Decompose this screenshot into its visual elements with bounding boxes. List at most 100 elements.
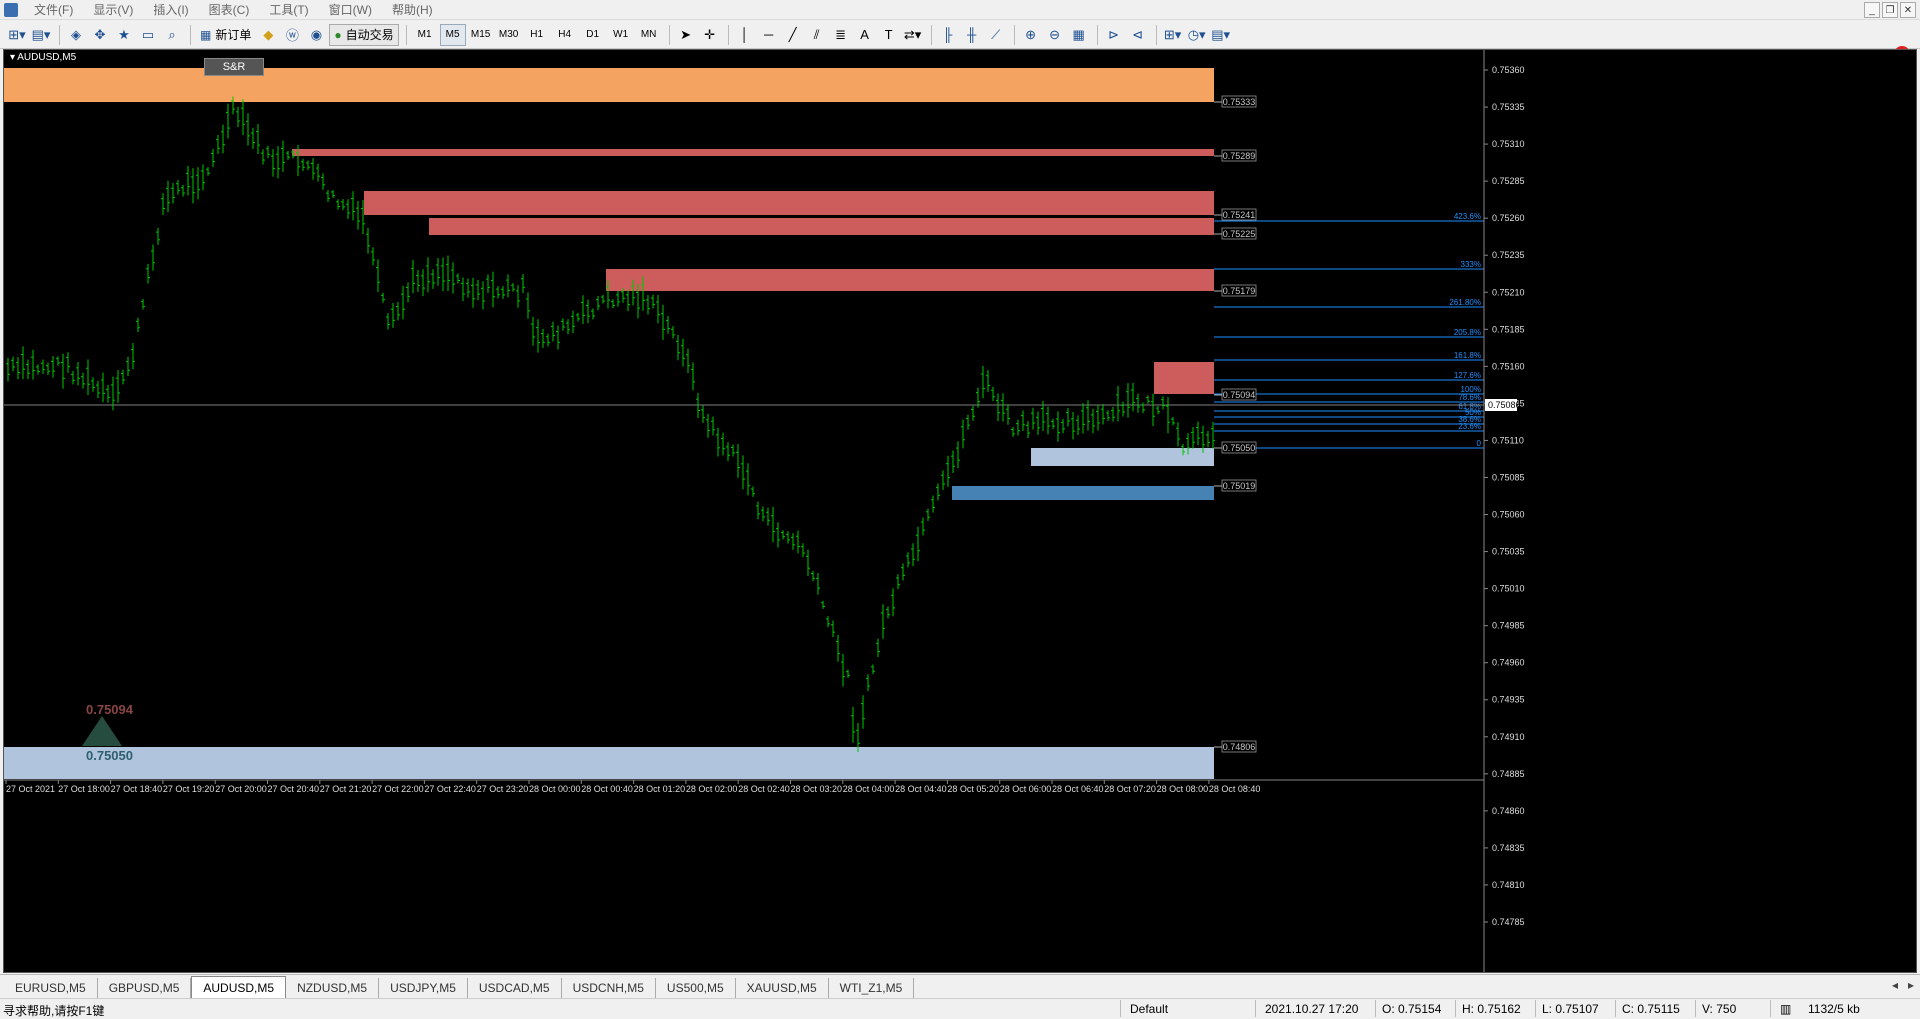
restore-icon[interactable]: ❐ — [1882, 2, 1898, 18]
tab-usdcnh[interactable]: USDCNH,M5 — [562, 978, 656, 998]
status-low: L: 0.75107 — [1542, 1002, 1599, 1016]
tab-scroll-right-icon[interactable]: ▸ — [1908, 978, 1914, 992]
indicator-upper-value: 0.75094 — [86, 702, 134, 717]
menu-insert[interactable]: 插入(I) — [143, 1, 198, 18]
new-order-button[interactable]: ▦ 新订单 — [196, 24, 255, 46]
indicators-icon[interactable]: ⊞▾ — [1162, 24, 1184, 46]
time-tick-label: 28 Oct 05:20 — [947, 784, 999, 794]
price-tick-label: 0.75360 — [1492, 65, 1525, 75]
indicator-triangle-icon — [82, 716, 122, 746]
data-window-icon[interactable]: ✥ — [89, 24, 111, 46]
vps-icon[interactable]: ◉ — [305, 24, 327, 46]
time-tick-label: 27 Oct 21:20 — [320, 784, 372, 794]
horizontal-line-icon[interactable]: ─ — [758, 24, 780, 46]
time-tick-label: 28 Oct 06:40 — [1052, 784, 1104, 794]
price-tick-label: 0.74935 — [1492, 695, 1525, 705]
timeframe-m5[interactable]: M5 — [439, 23, 466, 46]
tab-scroll-left-icon[interactable]: ◂ — [1892, 978, 1898, 992]
channel-icon[interactable]: ⫽ — [806, 24, 828, 46]
price-tick-label: 0.75235 — [1492, 250, 1525, 260]
price-tick-label: 0.75335 — [1492, 102, 1525, 112]
line-chart-icon[interactable]: ⟋ — [985, 24, 1007, 46]
new-chart-icon[interactable]: ⊞▾ — [6, 24, 28, 46]
market-watch-icon[interactable]: ◈ — [65, 24, 87, 46]
metaeditor-icon[interactable]: ◆ — [257, 24, 279, 46]
timeframe-mn[interactable]: MN — [636, 24, 662, 46]
price-tick-label: 0.75210 — [1492, 287, 1525, 297]
tab-eurusd[interactable]: EURUSD,M5 — [4, 978, 98, 998]
tab-gbpusd[interactable]: GBPUSD,M5 — [98, 978, 192, 998]
demand-zone — [952, 486, 1214, 500]
demand-zone — [4, 747, 1214, 779]
tab-nzdusd[interactable]: NZDUSD,M5 — [286, 978, 380, 998]
tile-windows-icon[interactable]: ▦ — [1068, 24, 1090, 46]
time-tick-label: 28 Oct 08:00 — [1157, 784, 1209, 794]
level-label: 0.75179 — [1223, 286, 1256, 296]
time-tick-label: 27 Oct 2021 — [6, 784, 55, 794]
price-tick-label: 0.74860 — [1492, 806, 1525, 816]
tab-xauusd[interactable]: XAUUSD,M5 — [736, 978, 829, 998]
level-label: 0.75019 — [1223, 481, 1256, 491]
crosshair-icon[interactable]: ✛ — [699, 24, 721, 46]
timeframe-d1[interactable]: D1 — [580, 24, 606, 46]
level-label: 0.75050 — [1223, 443, 1256, 453]
text-label-icon[interactable]: T — [878, 24, 900, 46]
timeframe-m30[interactable]: M30 — [496, 24, 522, 46]
trendline-icon[interactable]: ╱ — [782, 24, 804, 46]
timeframe-h4[interactable]: H4 — [552, 24, 578, 46]
menu-window[interactable]: 窗口(W) — [319, 1, 382, 18]
price-tick-label: 0.74910 — [1492, 732, 1525, 742]
minimize-icon[interactable]: _ — [1864, 2, 1880, 18]
menu-file[interactable]: 文件(F) — [24, 1, 83, 18]
zoom-in-icon[interactable]: ⊕ — [1020, 24, 1042, 46]
templates-icon[interactable]: ▤▾ — [1210, 24, 1232, 46]
timeframe-m15[interactable]: M15 — [468, 24, 494, 46]
profiles-icon[interactable]: ▤▾ — [30, 24, 52, 46]
auto-scroll-icon[interactable]: ⊳ — [1103, 24, 1125, 46]
vertical-line-icon[interactable]: │ — [734, 24, 756, 46]
strategy-tester-icon[interactable]: ⌕ — [161, 24, 183, 46]
time-tick-label: 28 Oct 06:00 — [1000, 784, 1052, 794]
tab-usdcad[interactable]: USDCAD,M5 — [468, 978, 562, 998]
arrows-icon[interactable]: ⇄▾ — [902, 24, 924, 46]
price-tick-label: 0.74835 — [1492, 843, 1525, 853]
timeframe-h1[interactable]: H1 — [524, 24, 550, 46]
candlestick-icon[interactable]: ╫ — [961, 24, 983, 46]
terminal-icon[interactable]: ▭ — [137, 24, 159, 46]
price-tick-label: 0.75110 — [1492, 435, 1524, 445]
connection-icon: ▥ — [1780, 1002, 1792, 1016]
tab-us500[interactable]: US500,M5 — [656, 978, 736, 998]
level-label: 0.75094 — [1223, 390, 1256, 400]
signals-icon[interactable]: ⓦ — [281, 24, 303, 46]
timeframe-m1[interactable]: M1 — [412, 24, 438, 46]
chart-symbol: AUDUSD,M5 — [17, 52, 77, 63]
menu-tools[interactable]: 工具(T) — [259, 1, 318, 18]
menu-charts[interactable]: 图表(C) — [199, 1, 260, 18]
chart-shift-icon[interactable]: ⊲ — [1127, 24, 1149, 46]
menu-help[interactable]: 帮助(H) — [382, 1, 443, 18]
tab-audusd[interactable]: AUDUSD,M5 — [191, 976, 287, 998]
tab-usdjpy[interactable]: USDJPY,M5 — [379, 978, 468, 998]
supply-zone — [364, 191, 1214, 215]
time-tick-label: 27 Oct 20:00 — [215, 784, 267, 794]
tab-wti[interactable]: WTI_Z1,M5 — [829, 978, 915, 998]
supply-zone — [292, 149, 1214, 156]
price-tick-label: 0.74885 — [1492, 769, 1525, 779]
close-icon[interactable]: ✕ — [1900, 2, 1916, 18]
price-tick-label: 0.75085 — [1492, 472, 1525, 482]
periods-icon[interactable]: ◷▾ — [1186, 24, 1208, 46]
zoom-out-icon[interactable]: ⊖ — [1044, 24, 1066, 46]
navigator-icon[interactable]: ★ — [113, 24, 135, 46]
timeframe-w1[interactable]: W1 — [608, 24, 634, 46]
time-tick-label: 28 Oct 01:20 — [634, 784, 686, 794]
menu-view[interactable]: 显示(V) — [83, 1, 143, 18]
bar-chart-icon[interactable]: ╟ — [937, 24, 959, 46]
auto-trading-button[interactable]: ● 自动交易 — [329, 23, 399, 46]
fibonacci-icon[interactable]: ≣ — [830, 24, 852, 46]
sr-button[interactable]: S&R — [204, 58, 264, 76]
cursor-icon[interactable]: ➤ — [675, 24, 697, 46]
price-tick-label: 0.75035 — [1492, 547, 1525, 557]
text-icon[interactable]: A — [854, 24, 876, 46]
chart-window[interactable]: 423.6% 333% 261.80% 205.8% 161.8% 127.6% 100% 7… — [3, 49, 1917, 973]
price-chart[interactable]: 423.6%333%261.80%205.8%161.8%127.6%100%7… — [4, 50, 1918, 974]
